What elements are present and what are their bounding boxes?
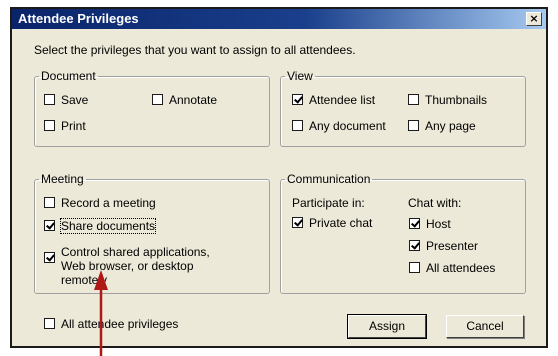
any-document-label: Any document — [309, 119, 386, 133]
host-checkbox-box[interactable] — [409, 218, 420, 229]
any-page-checkbox-box[interactable] — [408, 120, 419, 131]
host-checkbox[interactable]: Host — [409, 217, 451, 231]
attendee-privileges-dialog: Attendee Privileges × Select the privile… — [10, 7, 548, 348]
all-attendee-privileges-label: All attendee privileges — [61, 317, 179, 331]
attendee-list-checkbox-box[interactable] — [292, 94, 303, 105]
record-meeting-checkbox[interactable]: Record a meeting — [44, 196, 156, 210]
all-attendee-privileges-checkbox-box[interactable] — [44, 318, 55, 329]
print-checkbox[interactable]: Print — [44, 119, 86, 133]
control-shared-checkbox[interactable]: Control shared applications, Web browser… — [44, 245, 236, 287]
thumbnails-checkbox-box[interactable] — [408, 94, 419, 105]
close-button[interactable]: × — [526, 12, 542, 26]
share-documents-label: Share documents — [59, 218, 157, 234]
save-label: Save — [61, 93, 89, 107]
communication-group: Communication — [280, 172, 526, 294]
all-attendees-label: All attendees — [426, 261, 496, 275]
assign-button[interactable]: Assign — [347, 314, 427, 339]
all-attendee-privileges-checkbox[interactable]: All attendee privileges — [44, 317, 178, 331]
view-group: View — [280, 69, 526, 147]
any-page-label: Any page — [425, 119, 476, 133]
presenter-checkbox[interactable]: Presenter — [409, 239, 478, 253]
record-meeting-label: Record a meeting — [61, 196, 156, 210]
private-chat-checkbox[interactable]: Private chat — [292, 216, 372, 230]
private-chat-checkbox-box[interactable] — [292, 217, 303, 228]
control-shared-label: Control shared applications, Web browser… — [61, 245, 210, 287]
document-legend: Document — [41, 69, 96, 83]
participate-in-label: Participate in: — [292, 196, 365, 210]
any-page-checkbox[interactable]: Any page — [408, 119, 476, 133]
print-label: Print — [61, 119, 86, 133]
annotate-checkbox[interactable]: Annotate — [152, 93, 217, 107]
all-attendees-checkbox[interactable]: All attendees — [409, 261, 495, 275]
dialog-title-bar[interactable]: Attendee Privileges × — [12, 9, 546, 29]
dialog-title: Attendee Privileges — [18, 11, 139, 26]
thumbnails-checkbox[interactable]: Thumbnails — [408, 93, 487, 107]
presenter-checkbox-box[interactable] — [409, 240, 420, 251]
any-document-checkbox-box[interactable] — [292, 120, 303, 131]
control-shared-checkbox-box[interactable] — [44, 252, 55, 263]
presenter-label: Presenter — [426, 239, 479, 253]
host-label: Host — [426, 217, 451, 231]
record-meeting-checkbox-box[interactable] — [44, 197, 55, 208]
attendee-list-checkbox[interactable]: Attendee list — [292, 93, 375, 107]
communication-legend: Communication — [287, 172, 371, 186]
document-group: Document — [34, 69, 270, 147]
share-documents-checkbox-box[interactable] — [44, 220, 55, 231]
save-checkbox[interactable]: Save — [44, 93, 88, 107]
all-attendees-checkbox-box[interactable] — [409, 262, 420, 273]
print-checkbox-box[interactable] — [44, 120, 55, 131]
annotate-checkbox-box[interactable] — [152, 94, 163, 105]
any-document-checkbox[interactable]: Any document — [292, 119, 386, 133]
annotate-label: Annotate — [169, 93, 218, 107]
share-documents-checkbox[interactable]: Share documents — [44, 218, 157, 234]
cancel-button[interactable]: Cancel — [446, 315, 524, 338]
instruction-text: Select the privileges that you want to a… — [34, 43, 356, 57]
save-checkbox-box[interactable] — [44, 94, 55, 105]
thumbnails-label: Thumbnails — [425, 93, 488, 107]
chat-with-label: Chat with: — [408, 196, 462, 210]
meeting-legend: Meeting — [41, 172, 84, 186]
attendee-list-label: Attendee list — [309, 93, 376, 107]
view-legend: View — [287, 69, 313, 83]
private-chat-label: Private chat — [309, 216, 373, 230]
